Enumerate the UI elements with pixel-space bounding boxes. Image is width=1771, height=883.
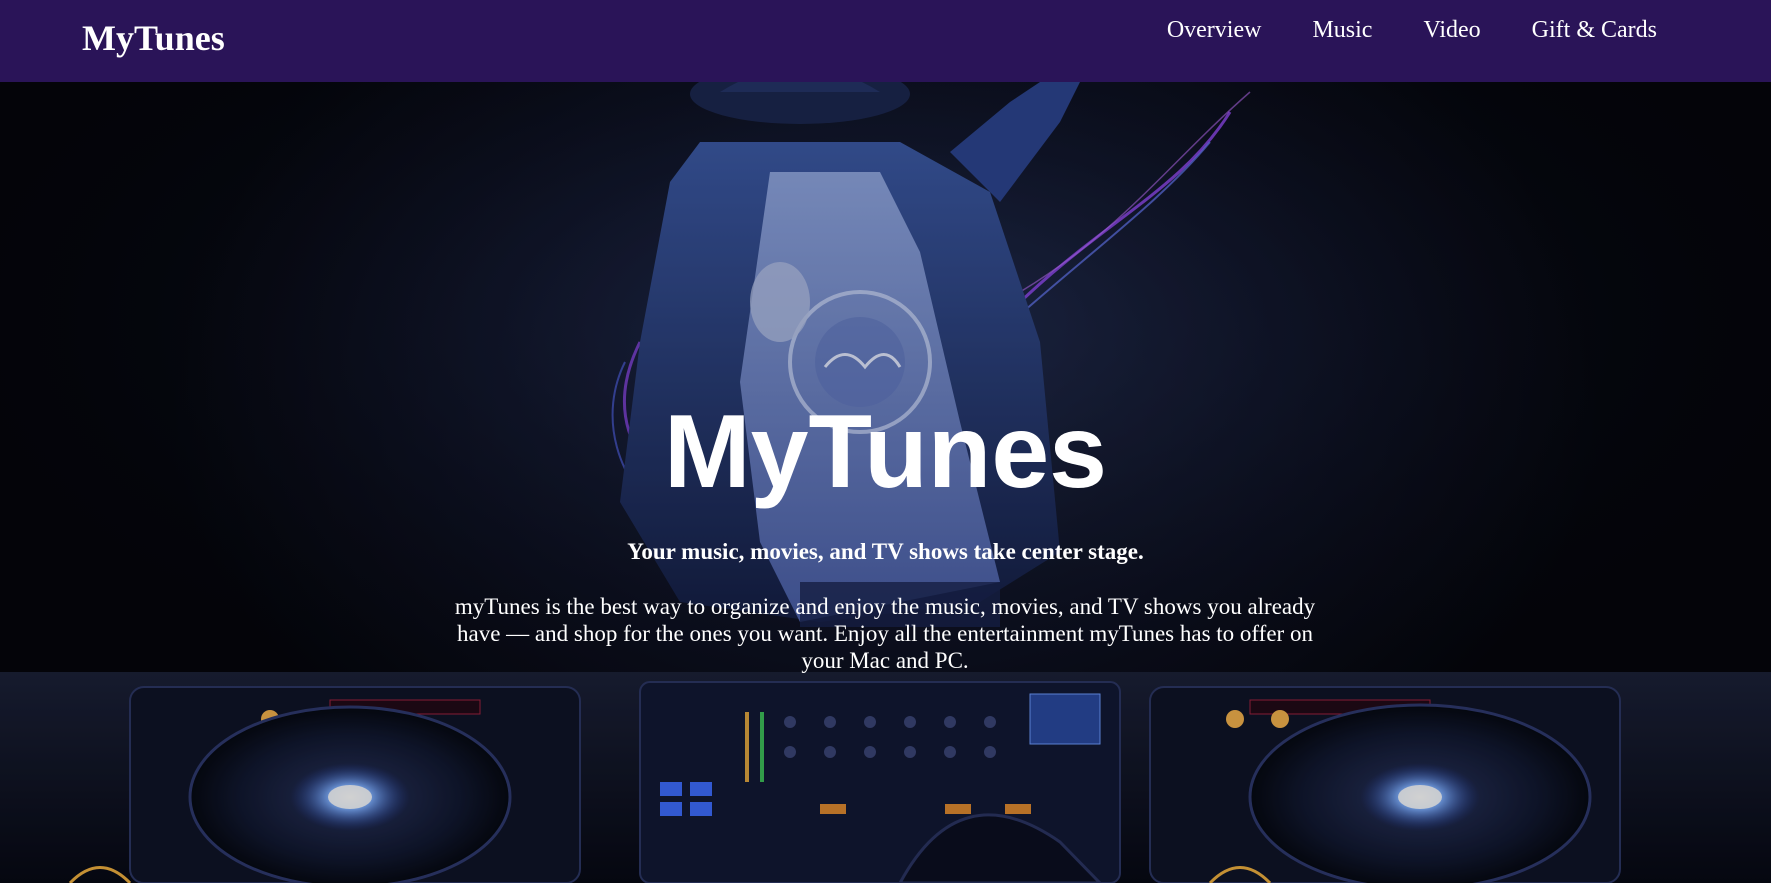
nav-links: Overview Music Video Gift & Cards — [1167, 12, 1657, 48]
nav-link-gift-cards[interactable]: Gift & Cards — [1532, 12, 1657, 48]
hero-section: MyTunes Your music, movies, and TV shows… — [0, 82, 1771, 883]
hero-tagline: Your music, movies, and TV shows take ce… — [627, 539, 1144, 564]
brand-logo[interactable]: MyTunes — [82, 14, 225, 62]
hero-description: myTunes is the best way to organize and … — [454, 594, 1316, 673]
nav-link-music[interactable]: Music — [1312, 12, 1372, 48]
hero-title: MyTunes — [663, 394, 1107, 510]
nav-link-overview[interactable]: Overview — [1167, 12, 1262, 48]
nav-link-video[interactable]: Video — [1423, 12, 1480, 48]
top-navbar: MyTunes Overview Music Video Gift & Card… — [0, 0, 1771, 82]
